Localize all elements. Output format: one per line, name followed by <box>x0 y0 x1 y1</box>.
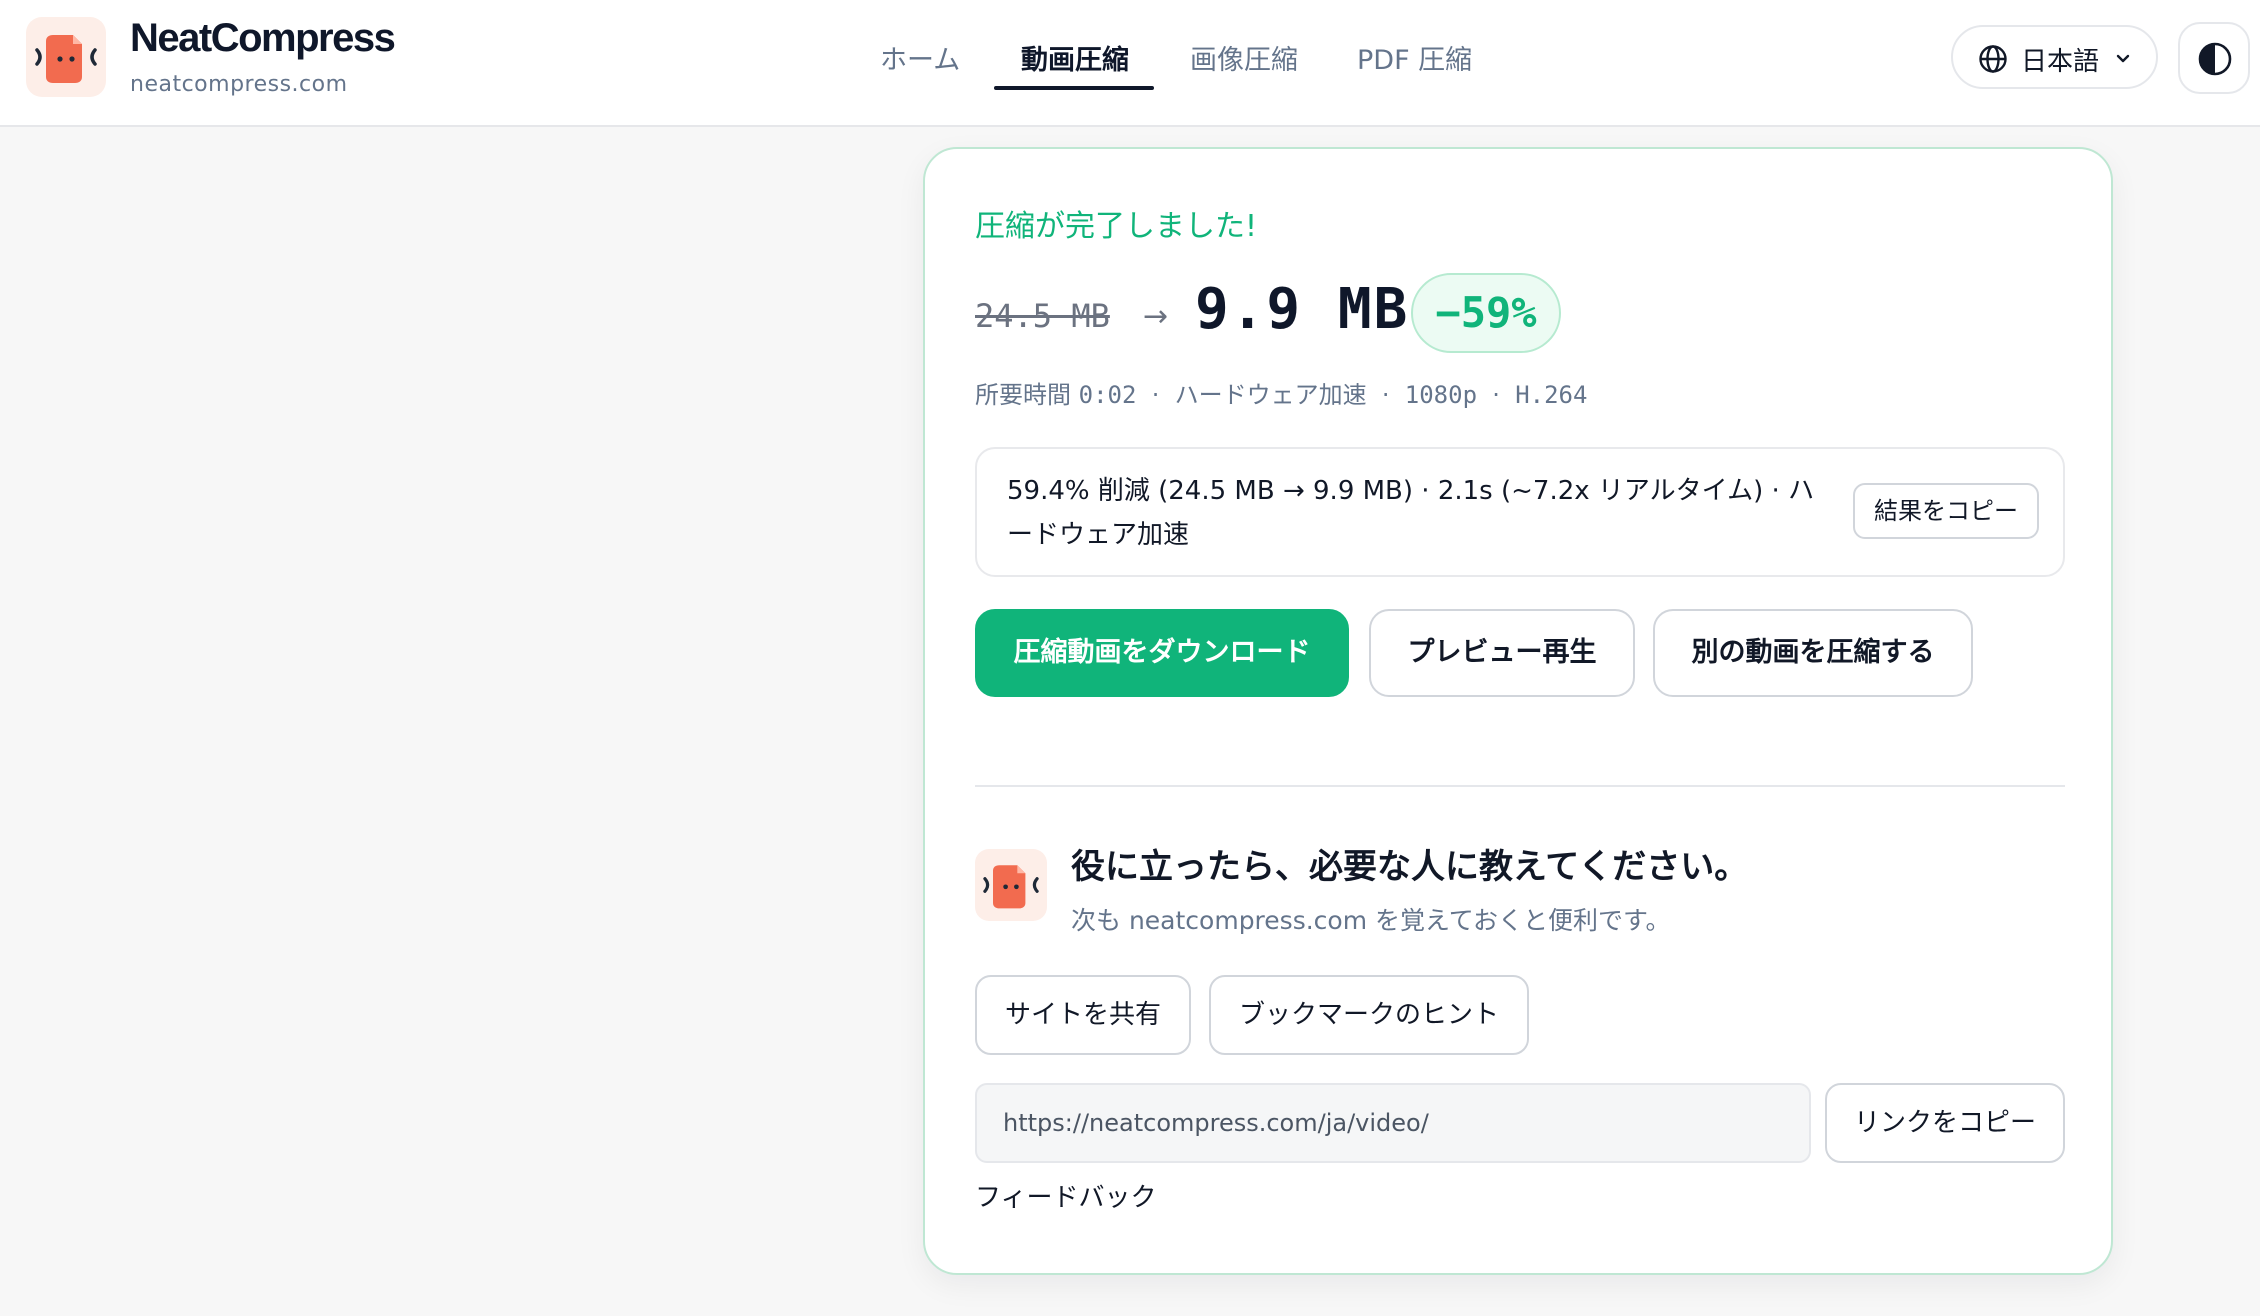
meta-separator: · <box>1381 381 1390 409</box>
download-button[interactable]: 圧縮動画をダウンロード <box>975 609 1349 697</box>
compressed-size: 9.9 MB <box>1195 277 1410 342</box>
logo-icon <box>975 849 1047 921</box>
meta-time: 0:02 <box>1078 381 1137 409</box>
copy-result-button[interactable]: 結果をコピー <box>1853 483 2039 539</box>
original-size: 24.5 MB <box>975 297 1110 335</box>
meta-separator: · <box>1151 381 1160 409</box>
active-tab-indicator <box>994 86 1154 90</box>
copy-link-button[interactable]: リンクをコピー <box>1825 1083 2065 1163</box>
meta-codec: H.264 <box>1515 381 1588 409</box>
nav-pdf-compress[interactable]: PDF 圧縮 <box>1357 38 1472 77</box>
compress-another-button[interactable]: 別の動画を圧縮する <box>1653 609 1973 697</box>
share-site-button[interactable]: サイトを共有 <box>975 975 1191 1055</box>
size-arrow: → <box>1143 299 1169 334</box>
meta-time-label: 所要時間 <box>975 381 1071 409</box>
share-subtitle: 次も neatcompress.com を覚えておくと便利です。 <box>1071 906 1671 935</box>
meta-resolution: 1080p <box>1404 381 1478 409</box>
result-summary-box: 59.4% 削減 (24.5 MB → 9.9 MB) · 2.1s (~7.2… <box>975 447 2065 577</box>
nav-video-compress[interactable]: 動画圧縮 <box>1021 38 1129 77</box>
result-summary-text: 59.4% 削減 (24.5 MB → 9.9 MB) · 2.1s (~7.2… <box>1007 476 1815 550</box>
meta-acceleration: ハードウェア加速 <box>1174 381 1367 409</box>
top-header: NeatCompress neatcompress.com ホーム 動画圧縮 画… <box>0 0 2260 127</box>
share-title: 役に立ったら、必要な人に教えてください。 <box>1071 847 1749 887</box>
language-selector[interactable]: 日本語 <box>1951 25 2158 89</box>
brand-domain: neatcompress.com <box>130 72 348 97</box>
language-label: 日本語 <box>2021 47 2100 77</box>
chevron-down-icon <box>2116 54 2130 63</box>
brand-name[interactable]: NeatCompress <box>130 16 396 61</box>
theme-toggle-button[interactable] <box>2178 22 2250 94</box>
bookmark-hint-button[interactable]: ブックマークのヒント <box>1209 975 1529 1055</box>
nav-image-compress[interactable]: 画像圧縮 <box>1190 38 1298 77</box>
reduction-badge: −59% <box>1411 273 1561 353</box>
logo-icon[interactable] <box>26 17 106 97</box>
preview-button[interactable]: プレビュー再生 <box>1369 609 1635 697</box>
share-url-field[interactable]: https://neatcompress.com/ja/video/ <box>975 1083 1811 1163</box>
nav-home[interactable]: ホーム <box>880 38 960 77</box>
globe-icon <box>1979 45 2007 73</box>
meta-separator: · <box>1492 381 1500 409</box>
feedback-link[interactable]: フィードバック <box>975 1177 1156 1214</box>
compression-meta: 所要時間 0:02 · ハードウェア加速 · 1080p · H.264 <box>975 375 1587 410</box>
completion-status: 圧縮が完了しました! <box>975 209 1258 244</box>
contrast-icon <box>2198 42 2232 76</box>
result-card: 圧縮が完了しました! 24.5 MB → 9.9 MB −59% 所要時間 0:… <box>923 147 2113 1275</box>
section-divider <box>975 785 2065 787</box>
